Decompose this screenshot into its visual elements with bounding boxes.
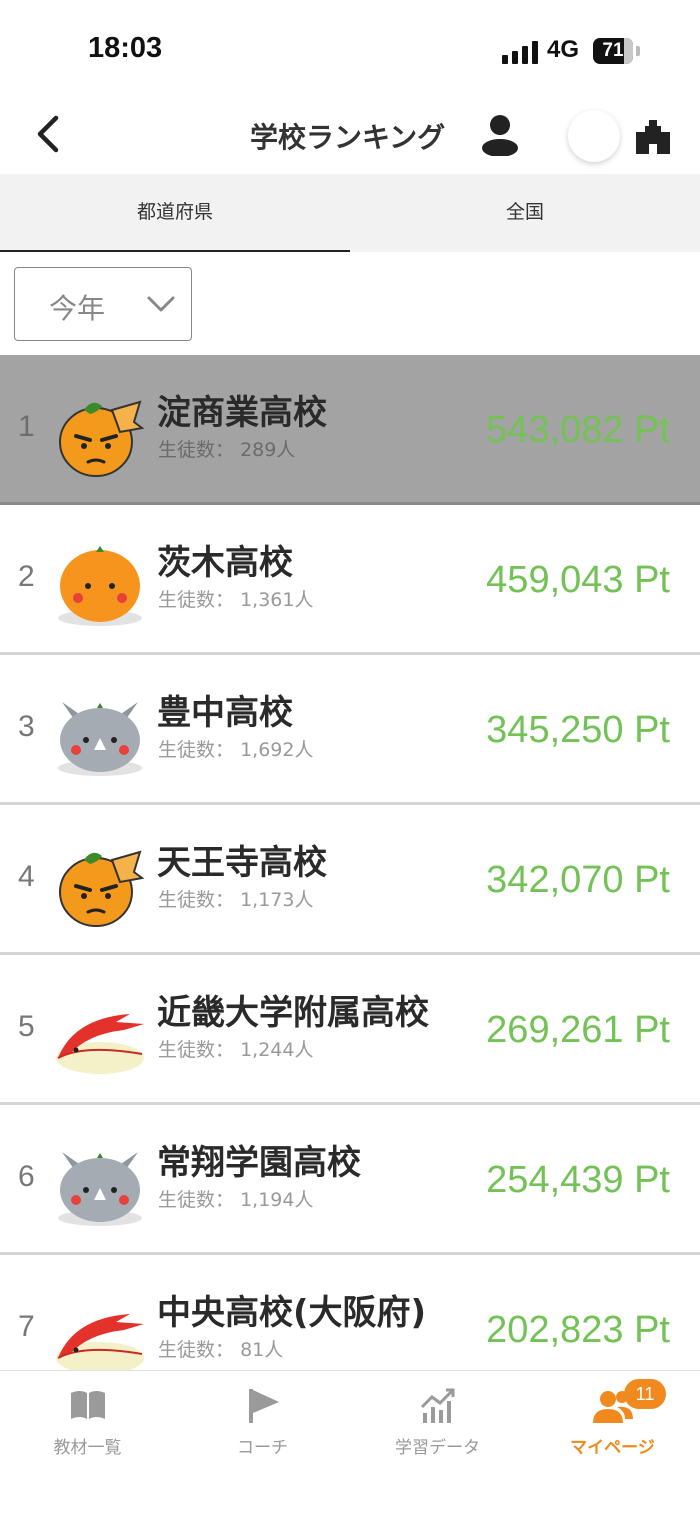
student-count-value: 1,361人 bbox=[240, 589, 314, 611]
school-points: 202,823 Pt bbox=[486, 1309, 670, 1351]
orange-samurai-icon bbox=[54, 388, 146, 480]
period-select[interactable]: 今年 bbox=[14, 267, 192, 341]
orange-samurai-icon bbox=[54, 838, 146, 930]
region-tabs: 都道府県 全国 bbox=[0, 174, 700, 252]
bottom-tab-materials[interactable]: 教材一覧 bbox=[0, 1371, 175, 1471]
student-count: 生徒数： 1,361人 bbox=[158, 585, 313, 612]
student-count-value: 1,194人 bbox=[240, 1189, 314, 1211]
status-bar: 18:03 4G 71 bbox=[0, 0, 700, 100]
tab-prefecture[interactable]: 都道府県 bbox=[0, 174, 350, 252]
school-name: 淀商業高校 bbox=[157, 393, 327, 433]
student-count-label: 生徒数： bbox=[158, 739, 235, 761]
red-crest-icon bbox=[54, 1288, 146, 1380]
red-crest-icon bbox=[54, 988, 146, 1080]
student-count: 生徒数： 1,173人 bbox=[158, 885, 313, 912]
student-count-value: 1,244人 bbox=[240, 1039, 314, 1061]
rank-number: 5 bbox=[18, 1010, 35, 1043]
notification-badge: 11 bbox=[624, 1379, 666, 1409]
student-count-label: 生徒数： bbox=[158, 1039, 235, 1061]
tab-national[interactable]: 全国 bbox=[350, 174, 700, 252]
school-points: 269,261 Pt bbox=[486, 1009, 670, 1051]
rank-number: 2 bbox=[18, 560, 35, 593]
bottom-tab-study-data[interactable]: 学習データ bbox=[350, 1371, 525, 1471]
student-count: 生徒数： 1,194人 bbox=[158, 1185, 313, 1212]
school-name: 茨木高校 bbox=[157, 543, 293, 583]
student-count: 生徒数： 1,244人 bbox=[158, 1035, 313, 1062]
book-icon bbox=[71, 1391, 105, 1419]
school-name: 豊中高校 bbox=[157, 693, 293, 733]
school-name: 近畿大学附属高校 bbox=[157, 993, 429, 1033]
student-count: 生徒数： 289人 bbox=[158, 435, 295, 462]
page-title: 学校ランキング bbox=[250, 121, 446, 154]
student-count-value: 1,692人 bbox=[240, 739, 314, 761]
school-name: 中央高校(大阪府) bbox=[157, 1293, 427, 1333]
student-count: 生徒数： 1,692人 bbox=[158, 735, 313, 762]
school-points: 345,250 Pt bbox=[486, 709, 670, 751]
student-count: 生徒数： 81人 bbox=[158, 1335, 283, 1362]
school-building-icon bbox=[636, 120, 670, 154]
grey-rhino-icon bbox=[54, 1138, 146, 1230]
signal-icon bbox=[502, 40, 538, 64]
school-points: 254,439 Pt bbox=[486, 1159, 670, 1201]
student-count-value: 81人 bbox=[240, 1339, 284, 1361]
student-count-label: 生徒数： bbox=[158, 1189, 235, 1211]
ranking-row[interactable]: 4 天王寺高校 生徒数： 1,173人 342,070 Pt bbox=[0, 805, 700, 955]
user-icon bbox=[482, 115, 518, 157]
toggle-switch[interactable] bbox=[568, 110, 620, 162]
bottom-tab-mypage[interactable]: 11 マイページ bbox=[525, 1371, 700, 1471]
user-button[interactable] bbox=[478, 112, 522, 157]
ranking-row[interactable]: 5 近畿大学附属高校 生徒数： 1,244人 269,261 Pt bbox=[0, 955, 700, 1105]
student-count-label: 生徒数： bbox=[158, 589, 235, 611]
grey-rhino-icon bbox=[54, 688, 146, 780]
bottom-tab-bar: 教材一覧 コーチ 学習データ 11 マイページ bbox=[0, 1370, 700, 1518]
chevron-left-icon bbox=[37, 115, 59, 153]
bottom-tab-label: 教材一覧 bbox=[53, 1438, 122, 1458]
student-count-label: 生徒数： bbox=[158, 889, 235, 911]
bottom-tab-label: マイページ bbox=[570, 1438, 655, 1458]
student-count-label: 生徒数： bbox=[158, 439, 235, 461]
ranking-row[interactable]: 6 常翔学園高校 生徒数： 1,194人 254,439 Pt bbox=[0, 1105, 700, 1255]
rank-number: 4 bbox=[18, 860, 35, 893]
ranking-row[interactable]: 3 豊中高校 生徒数： 1,692人 345,250 Pt bbox=[0, 655, 700, 805]
chart-icon bbox=[420, 1388, 455, 1423]
battery-tip bbox=[636, 46, 640, 56]
school-name: 天王寺高校 bbox=[157, 843, 327, 883]
student-count-value: 289人 bbox=[240, 439, 296, 461]
network-type: 4G bbox=[547, 36, 580, 63]
chevron-down-icon bbox=[147, 296, 175, 312]
status-time: 18:03 bbox=[88, 32, 163, 64]
active-tab-indicator bbox=[0, 250, 350, 252]
school-points: 543,082 Pt bbox=[486, 409, 670, 451]
nav-bar: 学校ランキング bbox=[0, 100, 700, 174]
flag-icon bbox=[249, 1389, 279, 1423]
school-button[interactable] bbox=[634, 116, 672, 154]
bottom-tab-label: 学習データ bbox=[395, 1438, 480, 1458]
rank-number: 1 bbox=[18, 410, 35, 443]
school-points: 342,070 Pt bbox=[486, 859, 670, 901]
student-count-value: 1,173人 bbox=[240, 889, 314, 911]
battery-icon: 71 bbox=[593, 38, 633, 64]
school-points: 459,043 Pt bbox=[486, 559, 670, 601]
rank-number: 3 bbox=[18, 710, 35, 743]
student-count-label: 生徒数： bbox=[158, 1339, 235, 1361]
period-select-value: 今年 bbox=[49, 292, 106, 325]
orange-fruit-icon bbox=[54, 538, 146, 630]
bottom-tab-coach[interactable]: コーチ bbox=[175, 1371, 350, 1471]
ranking-row[interactable]: 2 茨木高校 生徒数： 1,361人 459,043 Pt bbox=[0, 505, 700, 655]
rank-number: 7 bbox=[18, 1310, 35, 1343]
battery-level: 71 bbox=[602, 40, 624, 61]
school-name: 常翔学園高校 bbox=[157, 1143, 361, 1183]
back-button[interactable] bbox=[30, 110, 70, 158]
rank-number: 6 bbox=[18, 1160, 35, 1193]
bottom-tab-label: コーチ bbox=[237, 1438, 288, 1458]
ranking-row[interactable]: 1 淀商業高校 生徒数： 289人 543,082 Pt bbox=[0, 355, 700, 505]
